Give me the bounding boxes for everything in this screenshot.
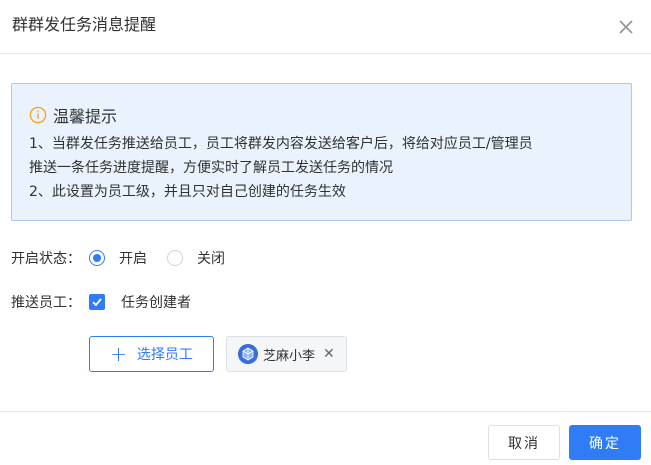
radio-disable-label: 关闭 [197,251,225,267]
push-row: 推送员工： 任务创建者 [11,290,191,314]
notice-body: 1、当群发任务推送给员工，员工将群发内容发送给客户后，将给对应员工/管理员 推送… [29,132,629,204]
avatar [238,344,258,364]
dialog-header: 群群发任务消息提醒 [0,0,651,54]
select-staff-label: 选择员工 [136,347,193,363]
notice-line: 推送一条任务进度提醒，方便实时了解员工发送任务的情况 [29,160,393,176]
push-label: 推送员工： [11,295,81,311]
tag-close-icon[interactable]: ✕ [323,346,335,362]
notice-title: 温馨提示 [53,107,118,126]
creator-checkbox[interactable] [89,294,105,310]
close-icon[interactable] [616,17,636,37]
dialog: 群群发任务消息提醒 温馨提示 1、当群发任务推送给员工，员工将群发内容发送给客户… [0,0,651,465]
cancel-button[interactable]: 取消 [488,425,560,460]
notice-box: 温馨提示 1、当群发任务推送给员工，员工将群发内容发送给客户后，将给对应员工/管… [11,83,632,221]
confirm-button[interactable]: 确定 [569,425,641,460]
radio-disable[interactable]: 关闭 [167,248,225,268]
dialog-footer: 取消 确定 [0,411,651,465]
dialog-title: 群群发任务消息提醒 [12,15,157,34]
status-label: 开启状态： [11,251,81,267]
staff-tag-label: 芝麻小李 [263,348,316,364]
staff-tag: 芝麻小李 ✕ [226,336,347,372]
radio-disable-circle[interactable] [167,250,183,266]
notice-line: 1、当群发任务推送给员工，员工将群发内容发送给客户后，将给对应员工/管理员 [29,136,533,152]
select-staff-button[interactable]: + 选择员工 [89,336,214,372]
radio-enable-circle[interactable] [89,250,105,266]
creator-checkbox-label: 任务创建者 [121,295,191,311]
radio-enable-label: 开启 [119,251,147,267]
info-icon [29,106,47,124]
plus-icon: + [110,342,127,366]
radio-enable[interactable]: 开启 [89,248,147,268]
status-row: 开启状态： 开启 关闭 [11,246,245,270]
notice-line: 2、此设置为员工级，并且只对自己创建的任务生效 [29,184,346,200]
notice-header: 温馨提示 [29,104,117,126]
